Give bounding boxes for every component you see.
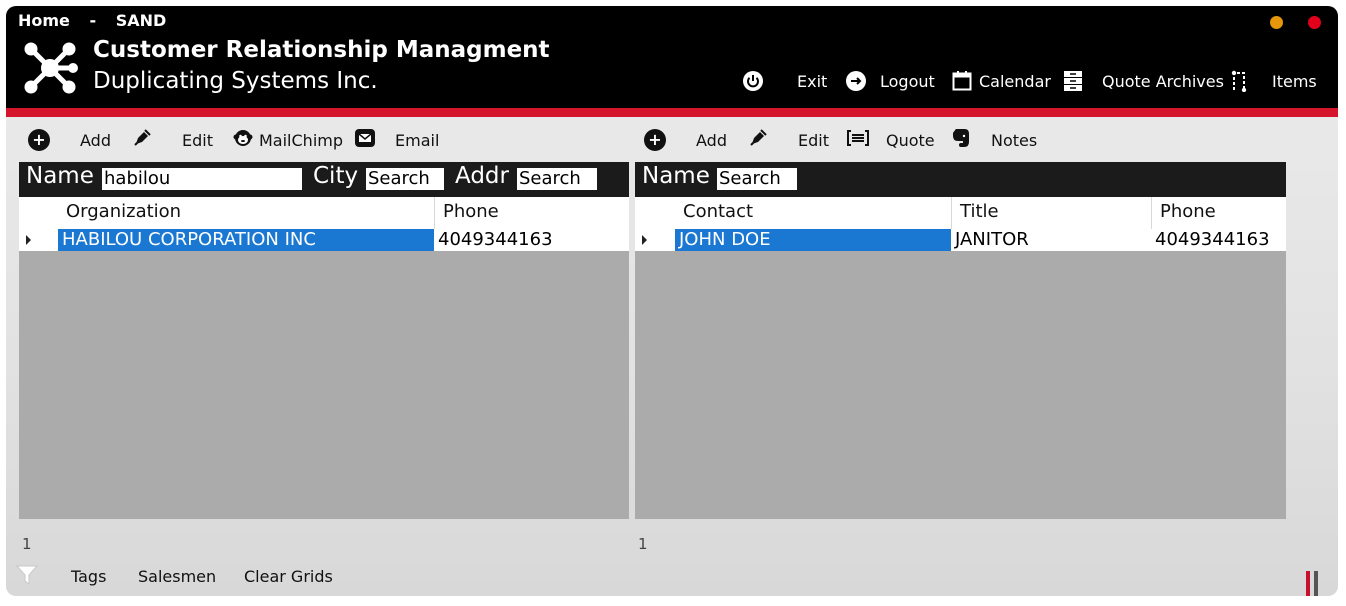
column-header-phone[interactable]: Phone [1151,197,1286,229]
org-record-count: 1 [22,535,32,553]
org-search-bar: Name habilou City Search Addr Search [19,162,629,197]
plus-circle-icon: + [28,129,50,151]
column-header-title[interactable]: Title [951,197,1151,229]
logout-icon [845,70,867,92]
tags-button[interactable]: Tags [71,567,106,586]
org-city-search-input[interactable]: Search [366,168,444,190]
mailchimp-label: MailChimp [259,130,343,150]
column-header-phone[interactable]: Phone [434,197,629,229]
org-add-button[interactable]: + Add [28,126,111,154]
logout-nav[interactable]: Logout [845,68,935,94]
items-icon [1231,70,1253,92]
evernote-elephant-icon [951,127,971,153]
organization-cell[interactable]: HABILOU CORPORATION INC [58,229,434,251]
email-label: Email [395,130,440,150]
email-button[interactable]: Email [355,126,439,154]
org-name-label: Name [26,163,94,189]
table-row[interactable]: JOHN DOE JANITOR 4049344163 [635,229,1286,251]
phone-cell[interactable]: 4049344163 [434,229,629,251]
power-icon [742,70,764,92]
org-edit-button[interactable]: Edit [132,126,213,154]
grid-header: Contact Title Phone [635,197,1286,229]
contact-edit-label: Edit [798,130,829,150]
notes-button[interactable]: Notes [951,126,1037,154]
resize-grip-icon[interactable] [1306,571,1320,596]
company-name: Duplicating Systems Inc. [93,68,378,94]
calendar-label: Calendar [979,71,1051,91]
filter-funnel-icon[interactable] [15,564,39,590]
logout-label: Logout [880,71,935,91]
contact-name-label: Name [642,163,710,189]
quote-archives-nav[interactable]: Quote Archives [1062,68,1224,94]
contact-record-count: 1 [638,535,648,553]
mailchimp-button[interactable]: MailChimp [233,126,343,154]
org-name-search-input[interactable]: habilou [102,168,302,190]
contact-add-button[interactable]: + Add [644,126,727,154]
contact-edit-button[interactable]: Edit [748,126,829,154]
notes-label: Notes [991,130,1038,150]
email-icon [355,128,375,152]
row-indicator-icon [26,235,31,245]
breadcrumb: Home - SAND [18,11,180,30]
org-add-label: Add [80,130,111,150]
contact-add-label: Add [696,130,727,150]
grid-header: Organization Phone [19,197,629,229]
pen-icon [748,128,768,152]
contact-cell[interactable]: JOHN DOE [675,229,951,251]
org-addr-label: Addr [455,163,509,189]
network-logo-icon [24,42,78,94]
quote-archives-label: Quote Archives [1102,71,1224,91]
clear-grids-button[interactable]: Clear Grids [244,567,333,586]
breadcrumb-home[interactable]: Home [18,11,70,30]
column-header-contact[interactable]: Contact [675,197,951,229]
org-edit-label: Edit [182,130,213,150]
items-nav[interactable]: Items [1231,68,1317,94]
row-indicator-icon [642,235,647,245]
plus-circle-icon: + [644,129,666,151]
phone-cell[interactable]: 4049344163 [1151,229,1286,251]
exit-label[interactable]: Exit [797,68,827,94]
contact-name-search-input[interactable]: Search [717,168,797,190]
quote-button[interactable]: Quote [847,126,935,154]
contact-grid[interactable]: Contact Title Phone JOHN DOE JANITOR 404… [635,197,1286,519]
archive-cabinet-icon [1062,70,1084,92]
org-city-label: City [313,163,359,189]
quote-icon [847,130,869,150]
column-header-organization[interactable]: Organization [58,197,434,229]
close-button[interactable] [1308,16,1321,29]
table-row[interactable]: HABILOU CORPORATION INC 4049344163 [19,229,629,251]
app-title: Customer Relationship Managment [93,37,550,63]
minimize-button[interactable] [1270,16,1283,29]
items-label: Items [1272,71,1317,91]
calendar-nav[interactable]: Calendar [951,68,1051,94]
header: Home - SAND Customer Relationship Managm… [6,6,1338,108]
exit-nav[interactable] [742,68,764,94]
pen-icon [132,128,152,152]
organization-grid[interactable]: Organization Phone HABILOU CORPORATION I… [19,197,629,519]
contact-search-bar: Name Search [635,162,1286,197]
mailchimp-monkey-icon [233,128,253,152]
salesmen-button[interactable]: Salesmen [138,567,216,586]
accent-bar [6,108,1338,117]
org-addr-search-input[interactable]: Search [517,168,597,190]
title-cell[interactable]: JANITOR [951,229,1151,251]
breadcrumb-env: SAND [115,11,167,30]
app-window: Home - SAND Customer Relationship Managm… [6,6,1338,596]
quote-label: Quote [886,130,935,150]
calendar-icon [951,70,973,92]
breadcrumb-separator: - [89,11,97,30]
